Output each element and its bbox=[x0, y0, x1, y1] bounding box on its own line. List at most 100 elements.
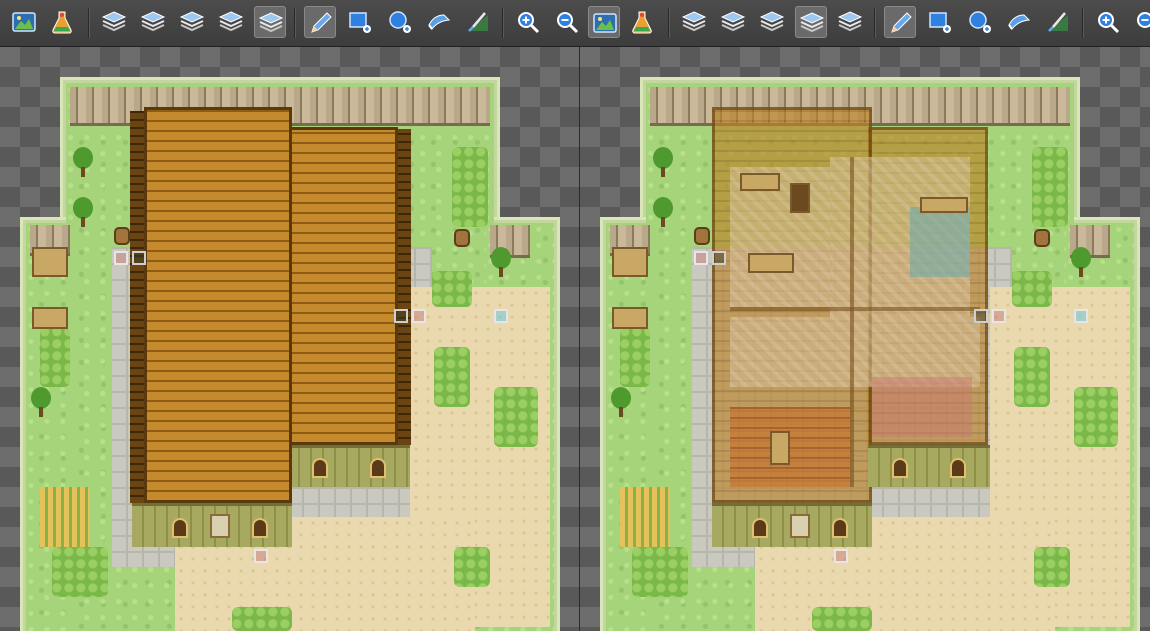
event-marker[interactable] bbox=[974, 309, 988, 323]
tree bbox=[72, 197, 94, 227]
zoom-in-button[interactable] bbox=[512, 6, 544, 38]
window bbox=[950, 458, 966, 478]
event-editor-button[interactable] bbox=[626, 6, 658, 38]
bush bbox=[40, 327, 70, 387]
event-marker[interactable] bbox=[412, 309, 426, 323]
bush bbox=[52, 547, 108, 597]
roof-right-building bbox=[288, 127, 398, 445]
map-properties-button[interactable] bbox=[8, 6, 40, 38]
rectangle-button[interactable] bbox=[344, 6, 376, 38]
tree bbox=[1070, 247, 1092, 277]
map-properties-button[interactable] bbox=[588, 6, 620, 38]
layer-3-button[interactable] bbox=[756, 6, 788, 38]
event-flask-icon bbox=[52, 11, 72, 34]
event-marker[interactable] bbox=[712, 251, 726, 265]
pencil-icon bbox=[891, 12, 912, 33]
layer-2-button[interactable] bbox=[137, 6, 169, 38]
bush bbox=[1034, 547, 1070, 587]
shadow-pen-button[interactable] bbox=[1042, 6, 1074, 38]
bush bbox=[620, 327, 650, 387]
bush bbox=[452, 147, 488, 227]
layer-1-button[interactable] bbox=[98, 6, 130, 38]
event-marker[interactable] bbox=[494, 309, 508, 323]
crate bbox=[32, 307, 68, 329]
wall-left-building bbox=[712, 503, 872, 547]
event-marker[interactable] bbox=[992, 309, 1006, 323]
event-marker[interactable] bbox=[114, 251, 128, 265]
layer-3-button[interactable] bbox=[176, 6, 208, 38]
map-landscape-icon bbox=[593, 13, 617, 33]
bush bbox=[434, 347, 470, 407]
zoom-out-button[interactable] bbox=[1131, 6, 1150, 38]
map-canvas-left[interactable] bbox=[0, 47, 580, 631]
barrel bbox=[1034, 229, 1050, 247]
toolbar-separator bbox=[874, 8, 876, 38]
interior-rug bbox=[910, 207, 970, 277]
tree bbox=[490, 247, 512, 277]
furniture-shelf bbox=[740, 173, 780, 191]
zoom-out-icon bbox=[1137, 12, 1150, 28]
event-marker[interactable] bbox=[254, 549, 268, 563]
tree bbox=[652, 147, 674, 177]
map-canvas-right[interactable] bbox=[580, 47, 1150, 631]
event-marker[interactable] bbox=[394, 309, 408, 323]
event-marker[interactable] bbox=[132, 251, 146, 265]
layers-stack-icon bbox=[179, 11, 205, 32]
event-marker[interactable] bbox=[694, 251, 708, 265]
zoom-out-icon bbox=[557, 12, 579, 34]
fill-button[interactable] bbox=[1003, 6, 1035, 38]
shadow-pen-button[interactable] bbox=[462, 6, 494, 38]
toolbar-right bbox=[580, 0, 1150, 46]
zoom-out-button[interactable] bbox=[551, 6, 583, 38]
ellipse-button[interactable] bbox=[964, 6, 996, 38]
layers-stack-icon bbox=[759, 11, 785, 32]
bush bbox=[812, 607, 872, 631]
layers-stack-icon bbox=[681, 11, 707, 32]
layer-auto-button[interactable] bbox=[834, 6, 866, 38]
layer-2-button[interactable] bbox=[717, 6, 749, 38]
bush bbox=[632, 547, 688, 597]
ellipse-button[interactable] bbox=[384, 6, 416, 38]
event-marker[interactable] bbox=[834, 549, 848, 563]
event-marker[interactable] bbox=[1074, 309, 1088, 323]
map-landscape-icon bbox=[12, 12, 36, 32]
layers-stack-icon bbox=[218, 11, 244, 32]
barrel bbox=[454, 229, 470, 247]
toolbar-left bbox=[0, 0, 580, 46]
interior-wall-divider bbox=[850, 157, 854, 487]
event-flask-icon bbox=[632, 11, 652, 34]
layer-auto-button[interactable] bbox=[254, 6, 286, 38]
bush bbox=[1014, 347, 1050, 407]
fill-button[interactable] bbox=[423, 6, 455, 38]
bush bbox=[1032, 147, 1068, 227]
furniture-cabinet bbox=[790, 183, 810, 213]
interior-wall-divider bbox=[730, 307, 980, 311]
barrel bbox=[114, 227, 130, 245]
toolbar-separator bbox=[294, 8, 296, 38]
rectangle-button[interactable] bbox=[924, 6, 956, 38]
window bbox=[252, 518, 268, 538]
pencil-button[interactable] bbox=[884, 6, 916, 38]
tree bbox=[610, 387, 632, 417]
layers-stack-icon bbox=[258, 12, 284, 33]
layer-1-button[interactable] bbox=[678, 6, 710, 38]
tree bbox=[30, 387, 52, 417]
furniture-desk bbox=[920, 197, 968, 213]
barrel bbox=[694, 227, 710, 245]
zoom-in-button[interactable] bbox=[1092, 6, 1124, 38]
zoom-in-icon bbox=[1098, 12, 1120, 34]
layers-stack-icon bbox=[837, 11, 863, 32]
layer-4-button[interactable] bbox=[795, 6, 827, 38]
event-editor-button[interactable] bbox=[46, 6, 78, 38]
zoom-in-icon bbox=[518, 12, 540, 34]
furniture-table bbox=[748, 253, 794, 273]
bush bbox=[432, 271, 472, 307]
ellipse-tool-icon bbox=[389, 11, 411, 33]
layer-4-button[interactable] bbox=[215, 6, 247, 38]
window bbox=[752, 518, 768, 538]
flood-fill-icon bbox=[428, 14, 451, 30]
pencil-button[interactable] bbox=[304, 6, 336, 38]
toolbar-separator bbox=[502, 8, 504, 38]
house-door bbox=[210, 514, 230, 538]
window bbox=[312, 458, 328, 478]
